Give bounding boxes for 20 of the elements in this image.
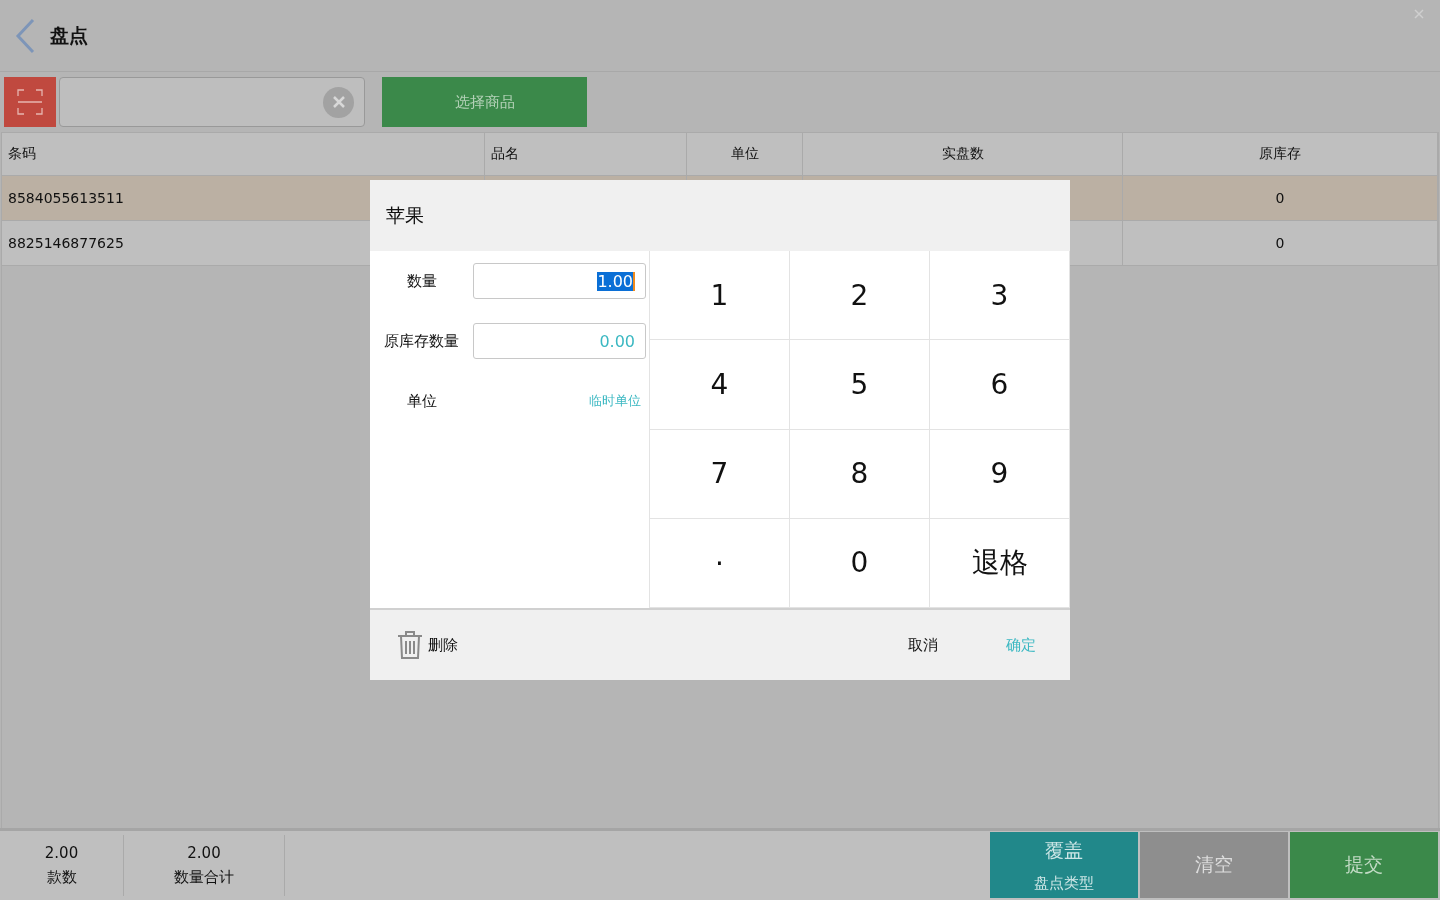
barcode-cell: 8584055613511: [8, 190, 124, 206]
column-header: 单位: [687, 133, 803, 175]
stock-cell: 0: [1275, 235, 1285, 251]
field-label: 单位: [405, 391, 438, 411]
stat-label: 数量合计: [174, 868, 234, 887]
stat-value: 2.00: [44, 844, 79, 862]
barcode-cell: 8825146877625: [8, 235, 124, 251]
stat-value: 2.00: [187, 844, 221, 862]
field-value: 1.00: [597, 271, 635, 291]
stock-cell: 0: [1275, 190, 1285, 206]
column-header: 原库存: [1123, 133, 1438, 175]
column-header: 实盘数: [803, 133, 1123, 175]
field-label: 原库存数量: [383, 331, 460, 351]
field-label: 数量: [405, 271, 438, 291]
dialog-title: 苹果: [386, 202, 424, 228]
field-value: 0.00: [599, 331, 635, 351]
page-title: 盘点: [50, 22, 88, 48]
column-header: 条码: [2, 133, 485, 175]
stat-label: 款数: [46, 868, 77, 887]
column-header: 品名: [485, 133, 687, 175]
